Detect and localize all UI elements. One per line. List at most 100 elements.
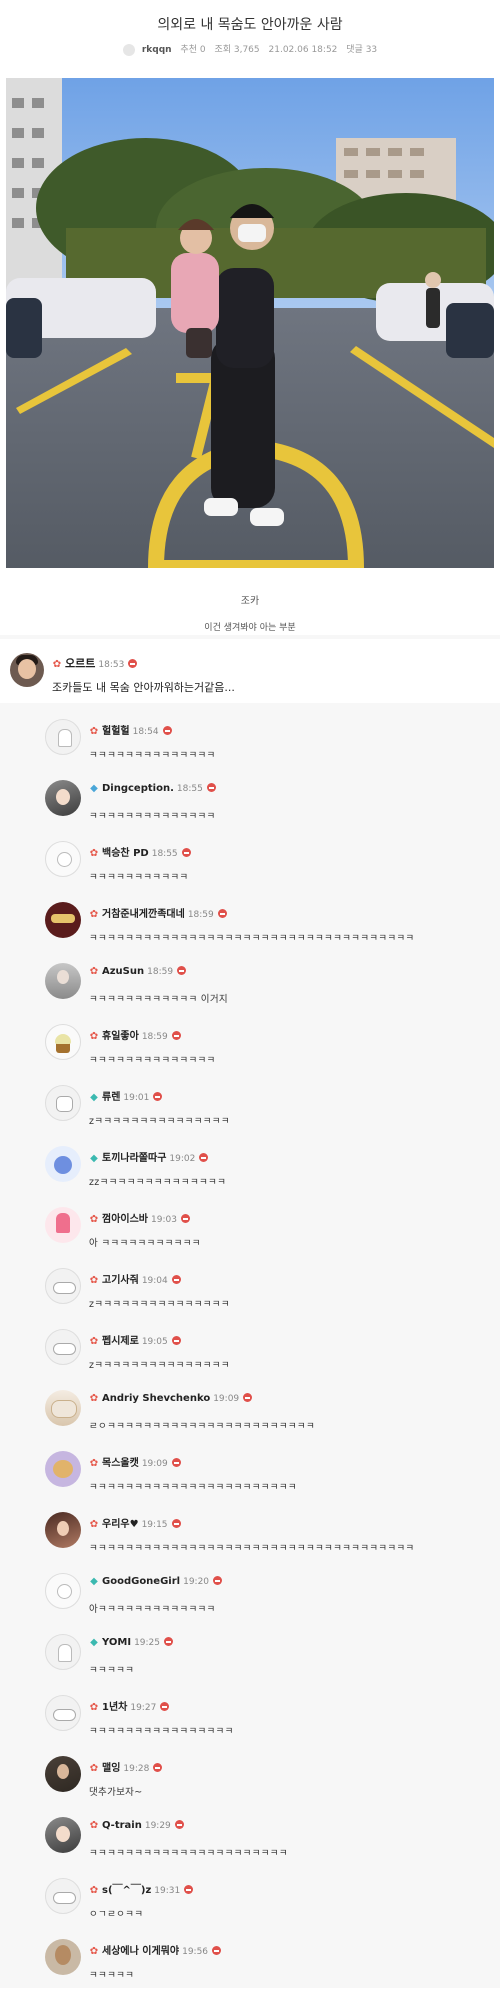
- commenter-avatar[interactable]: [45, 1451, 81, 1487]
- reply-item: ✿ 백승찬 PD 18:55 ㅋㅋㅋㅋㅋㅋㅋㅋㅋㅋㅋ: [40, 829, 498, 899]
- commenter-name[interactable]: Dingception.: [102, 783, 174, 794]
- delete-icon[interactable]: [213, 1576, 223, 1585]
- delete-icon[interactable]: [217, 909, 227, 918]
- commenter-name[interactable]: Q-train: [102, 1820, 142, 1831]
- delete-icon[interactable]: [171, 1275, 181, 1284]
- delete-icon[interactable]: [128, 659, 138, 668]
- commenter-name[interactable]: 고기사줘: [102, 1275, 139, 1286]
- commenter-name[interactable]: 휴일좋아: [102, 1031, 139, 1042]
- comment-header: ✿ AzuSun 18:59: [89, 966, 187, 977]
- level-badge-icon: ◆: [90, 1092, 98, 1103]
- reply-item: ✿ Andriy Shevchenko 19:09 ㄹㅇㅋㅋㅋㅋㅋㅋㅋㅋㅋㅋㅋㅋㅋㅋㅋ…: [40, 1378, 498, 1448]
- author-name[interactable]: rkqqn: [142, 45, 172, 55]
- commenter-avatar[interactable]: [45, 963, 81, 999]
- commenter-name[interactable]: 백승찬 PD: [102, 848, 149, 859]
- commenter-avatar[interactable]: [45, 1024, 81, 1060]
- comment-header: ✿ 우리우♥ 19:15: [89, 1515, 181, 1530]
- commenter-avatar[interactable]: [45, 1512, 81, 1548]
- delete-icon[interactable]: [162, 726, 172, 735]
- comment-text: zㅋㅋㅋㅋㅋㅋㅋㅋㅋㅋㅋㅋㅋㅋㅋ: [89, 1360, 230, 1371]
- commenter-name[interactable]: 1년차: [102, 1702, 127, 1713]
- comment-time: 18:55: [176, 784, 203, 794]
- level-badge-icon: ✿: [89, 1763, 99, 1774]
- delete-icon[interactable]: [212, 1946, 222, 1955]
- commenter-avatar[interactable]: [45, 841, 81, 877]
- delete-icon[interactable]: [174, 1820, 184, 1829]
- delete-icon[interactable]: [153, 1092, 163, 1101]
- commenter-name[interactable]: Andriy Shevchenko: [102, 1393, 210, 1404]
- commenter-avatar[interactable]: [45, 719, 81, 755]
- commenter-name[interactable]: 목스올캣: [102, 1458, 139, 1469]
- delete-icon[interactable]: [199, 1153, 209, 1162]
- delete-icon[interactable]: [180, 1214, 190, 1223]
- delete-icon[interactable]: [181, 848, 191, 857]
- commenter-name[interactable]: 펩시제로: [102, 1336, 139, 1347]
- commenter-name[interactable]: 껌아이스바: [102, 1214, 148, 1225]
- comment-section: ✿ 오르트 18:53 조카들도 내 목숨 안아까워하는거같음... ✿ 헐헐헐 18:…: [0, 635, 500, 1988]
- delete-icon[interactable]: [160, 1702, 170, 1711]
- commenter-avatar[interactable]: [45, 1878, 81, 1914]
- photo-caption: 조카: [240, 596, 260, 607]
- commenter-name[interactable]: 맬잉: [102, 1763, 120, 1774]
- delete-icon[interactable]: [243, 1393, 253, 1402]
- commenter-name[interactable]: 류렌: [102, 1092, 120, 1103]
- commenter-name[interactable]: 오르트: [65, 657, 95, 670]
- comment-time: 19:04: [141, 1276, 168, 1286]
- comment-header: ◆ Dingception. 18:55: [89, 783, 216, 794]
- commenter-avatar[interactable]: [45, 1085, 81, 1121]
- delete-icon[interactable]: [164, 1637, 173, 1646]
- commenter-avatar[interactable]: [45, 1756, 81, 1792]
- comment-time: 19:15: [141, 1520, 168, 1530]
- comment-text: ㅋㅋㅋㅋㅋㅋㅋㅋㅋㅋㅋ: [89, 872, 189, 883]
- commenter-name[interactable]: s(￣^￣)z: [102, 1885, 151, 1896]
- commenter-avatar[interactable]: [45, 1329, 81, 1365]
- delete-icon[interactable]: [171, 1458, 181, 1467]
- commenter-avatar[interactable]: [45, 1634, 81, 1670]
- comment-header: ✿ s(￣^￣)z 19:31: [89, 1881, 194, 1896]
- commenter-avatar[interactable]: [45, 1573, 81, 1609]
- commenter-avatar[interactable]: [45, 1390, 81, 1426]
- author-avatar[interactable]: [122, 43, 135, 56]
- comment-time: 19:03: [151, 1215, 177, 1225]
- commenter-avatar[interactable]: [45, 1268, 81, 1304]
- commenter-avatar[interactable]: [45, 780, 81, 816]
- commenter-name[interactable]: 헐헐헐: [102, 726, 130, 737]
- commenter-avatar[interactable]: [45, 1939, 81, 1975]
- delete-icon[interactable]: [171, 1031, 181, 1040]
- comment-header: ✿ 오르트 18:53: [52, 655, 138, 671]
- commenter-name[interactable]: AzuSun: [102, 966, 144, 977]
- commenter-avatar[interactable]: [10, 653, 44, 687]
- comment-time: 19:29: [144, 1821, 171, 1831]
- post-date: 21.02.06 18:52: [268, 45, 338, 55]
- commenter-avatar[interactable]: [45, 1207, 81, 1243]
- delete-icon[interactable]: [153, 1763, 163, 1772]
- commenter-name[interactable]: YOMI: [102, 1637, 131, 1648]
- level-badge-icon: ✿: [89, 1275, 99, 1286]
- level-badge-icon: ✿: [89, 1458, 99, 1469]
- commenter-name[interactable]: 세상에나 이게뭐야: [102, 1946, 179, 1957]
- level-badge-icon: ✿: [89, 1031, 99, 1042]
- commenter-name[interactable]: GoodGoneGirl: [102, 1576, 180, 1587]
- reply-item: ✿ 우리우♥ 19:15 ㅋㅋㅋㅋㅋㅋㅋㅋㅋㅋㅋㅋㅋㅋㅋㅋㅋㅋㅋㅋㅋㅋㅋㅋㅋㅋㅋㅋㅋㅋ…: [40, 1500, 498, 1570]
- commenter-avatar[interactable]: [45, 1695, 81, 1731]
- comment-time: 19:31: [154, 1886, 181, 1896]
- commenter-name[interactable]: 토끼나라쫄따구: [102, 1153, 166, 1164]
- reply-item: ◆ GoodGoneGirl 19:20 아ㅋㅋㅋㅋㅋㅋㅋㅋㅋㅋㅋㅋㅋ: [40, 1561, 498, 1631]
- comment-text: zzㅋㅋㅋㅋㅋㅋㅋㅋㅋㅋㅋㅋㅋㅋ: [89, 1177, 227, 1188]
- comment-time: 19:56: [182, 1947, 209, 1957]
- comment-header: ◆ GoodGoneGirl 19:20: [89, 1576, 223, 1587]
- level-badge-icon: ✿: [89, 1885, 99, 1896]
- commenter-avatar[interactable]: [45, 1146, 81, 1182]
- delete-icon[interactable]: [206, 783, 216, 792]
- commenter-name[interactable]: 우리우♥: [102, 1519, 139, 1530]
- delete-icon[interactable]: [184, 1885, 194, 1894]
- comment-header: ◆ 류렌 19:01: [89, 1088, 163, 1103]
- commenter-name[interactable]: 거참준내게깐족대네: [102, 909, 185, 920]
- delete-icon[interactable]: [171, 1519, 181, 1528]
- level-badge-icon: ✿: [89, 1519, 99, 1530]
- delete-icon[interactable]: [171, 1336, 181, 1345]
- delete-icon[interactable]: [177, 966, 187, 975]
- reply-item: ✿ 고기사줘 19:04 zㅋㅋㅋㅋㅋㅋㅋㅋㅋㅋㅋㅋㅋㅋㅋ: [40, 1256, 498, 1326]
- commenter-avatar[interactable]: [45, 902, 81, 938]
- commenter-avatar[interactable]: [45, 1817, 81, 1853]
